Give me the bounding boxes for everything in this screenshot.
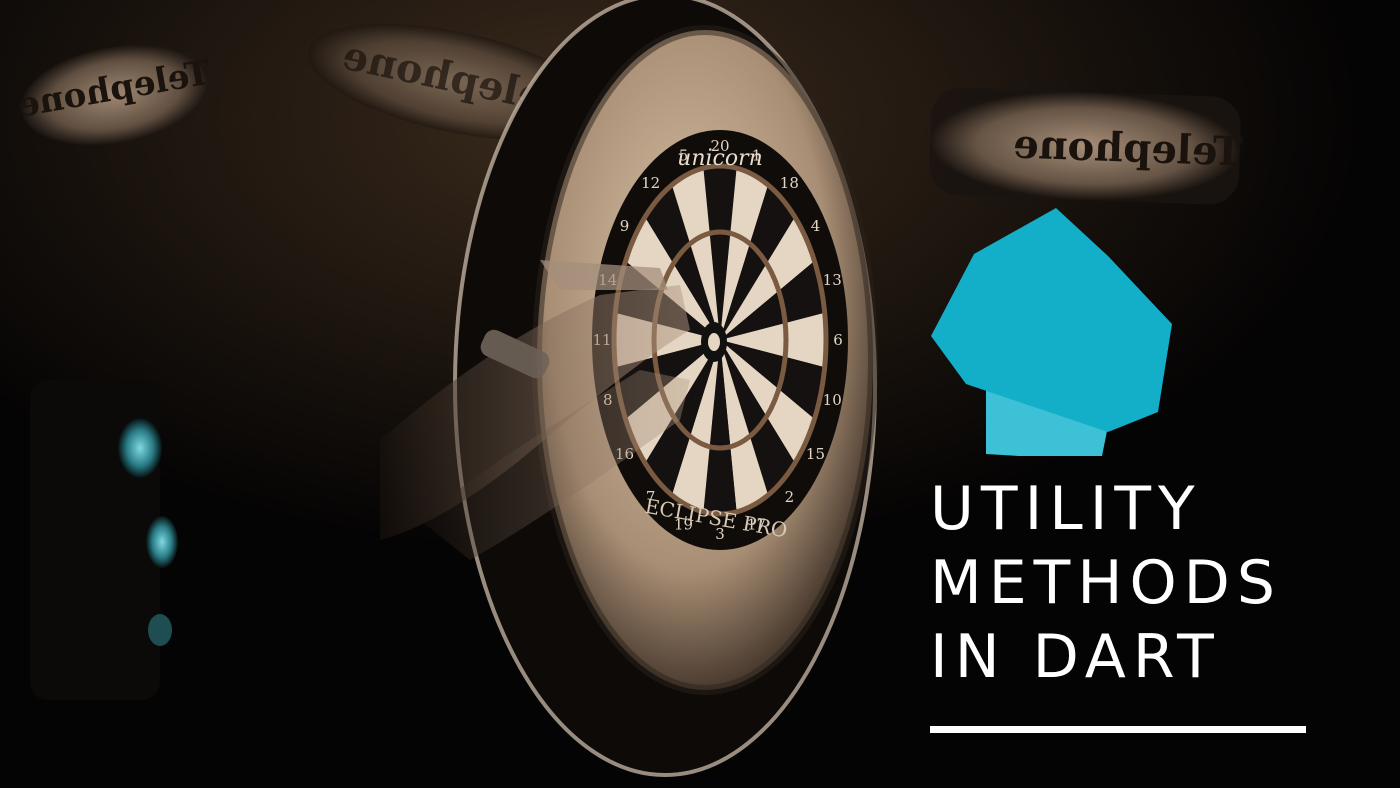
teal-light [118, 418, 162, 478]
title-line-2: METHODS [930, 548, 1282, 618]
board-brand: unicorn [677, 146, 763, 171]
board-number: 6 [833, 331, 843, 349]
title-line-3: IN DART [930, 622, 1221, 692]
board-number: 18 [780, 174, 799, 192]
title-underline [930, 726, 1306, 733]
board-number: 4 [811, 217, 821, 235]
telephone-sign: Telephone [929, 87, 1243, 205]
title-line-1: UTILITY [930, 474, 1202, 544]
board-number: 9 [620, 217, 630, 235]
board-number: 2 [785, 488, 795, 506]
hero-banner: Telephone Telephone Telephone 20 1 18 4 13 6 1… [0, 0, 1400, 788]
board-number: 12 [641, 174, 660, 192]
svg-text:Telephone: Telephone [1012, 121, 1243, 176]
dart-logo-icon [931, 208, 1172, 456]
board-number: 15 [806, 445, 825, 463]
board-number: 10 [823, 391, 842, 409]
page-title: UTILITY METHODS IN DART [930, 472, 1370, 694]
board-number: 13 [823, 271, 842, 289]
teal-light [146, 516, 178, 568]
